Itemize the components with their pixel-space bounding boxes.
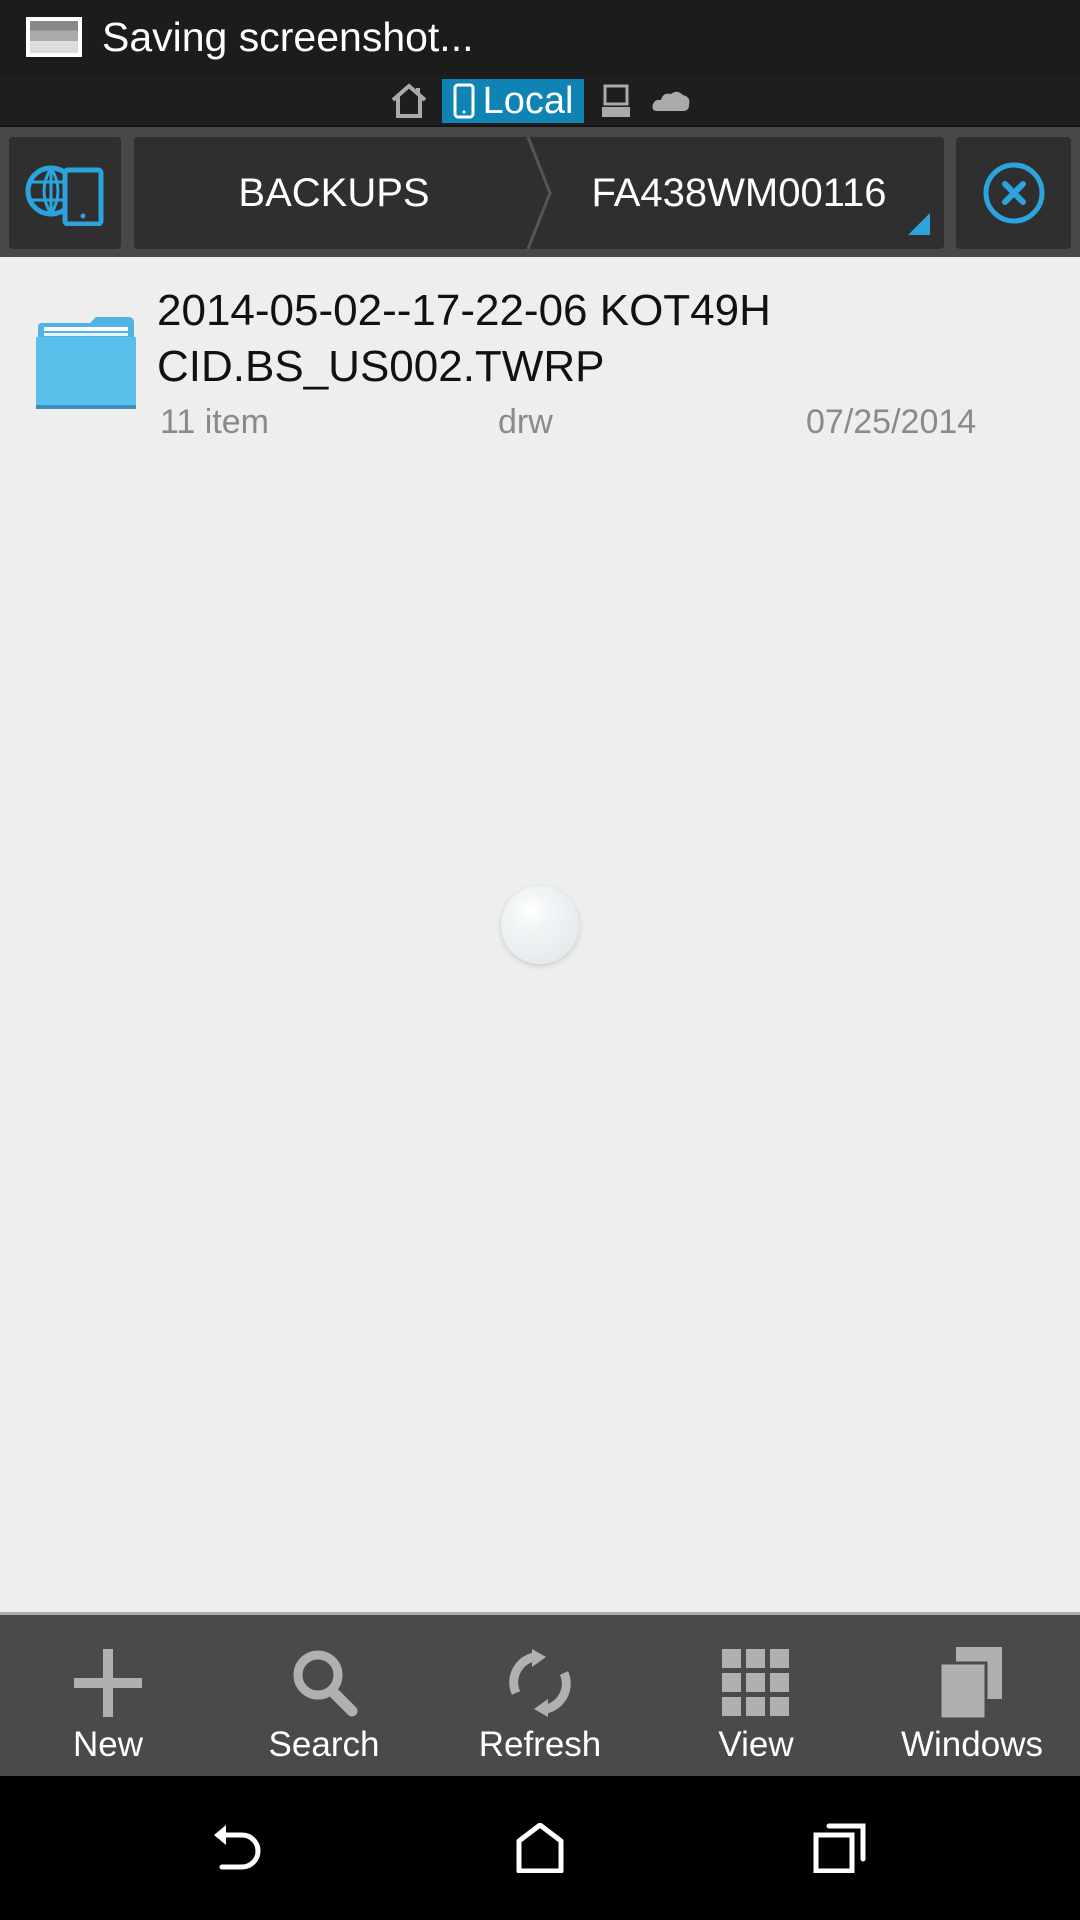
- home-icon: [391, 83, 427, 118]
- windows-button[interactable]: Windows: [864, 1615, 1080, 1779]
- screenshot-icon: [26, 17, 82, 57]
- file-date: 07/25/2014: [806, 403, 977, 441]
- back-icon: [214, 1825, 261, 1870]
- file-name: 2014-05-02--17-22-06 KOT49H CID.BS_US002…: [157, 286, 771, 391]
- breadcrumb-label: BACKUPS: [238, 170, 430, 215]
- folder-icon: [36, 317, 136, 409]
- location-tab-network[interactable]: [596, 79, 636, 123]
- loading-indicator: [501, 886, 579, 964]
- breadcrumb-label: FA438WM00116: [591, 170, 887, 215]
- system-nav-bar: [0, 1776, 1080, 1920]
- notification-text: Saving screenshot...: [102, 14, 474, 60]
- dropdown-indicator-icon: [908, 213, 930, 235]
- location-tab-local[interactable]: Local: [442, 79, 584, 123]
- file-list: 2014-05-02--17-22-06 KOT49H CID.BS_US002…: [0, 257, 1080, 1612]
- refresh-icon: [502, 1645, 578, 1721]
- breadcrumb-item-current[interactable]: FA438WM00116: [534, 137, 944, 249]
- globe-phone-icon: [25, 165, 104, 226]
- close-window-button[interactable]: [956, 137, 1071, 249]
- status-bar: Saving screenshot...: [0, 0, 1080, 75]
- file-permissions: drw: [498, 403, 553, 441]
- location-tabs: Local: [0, 75, 1080, 127]
- windows-icon: [934, 1645, 1010, 1721]
- toolbar-label: Windows: [901, 1725, 1043, 1764]
- location-tab-label: Local: [482, 79, 574, 122]
- view-button[interactable]: View: [648, 1615, 864, 1779]
- refresh-button[interactable]: Refresh: [432, 1615, 648, 1779]
- search-button[interactable]: Search: [216, 1615, 432, 1779]
- close-circle-icon: [983, 162, 1044, 224]
- toolbar-label: Search: [268, 1725, 380, 1764]
- search-icon: [286, 1645, 362, 1721]
- breadcrumb-item-backups[interactable]: BACKUPS: [134, 137, 552, 249]
- recents-button[interactable]: [800, 1816, 880, 1880]
- home-button[interactable]: [500, 1816, 580, 1880]
- phone-icon: [453, 83, 475, 119]
- list-item[interactable]: 2014-05-02--17-22-06 KOT49H CID.BS_US002…: [0, 277, 1080, 447]
- breadcrumb-bar: BACKUPS FA438WM00116: [0, 127, 1080, 257]
- computer-icon: [602, 84, 630, 117]
- location-tab-home[interactable]: [386, 79, 432, 123]
- storage-switch-button[interactable]: [9, 137, 121, 249]
- location-tab-cloud[interactable]: [650, 79, 692, 123]
- recents-icon: [813, 1823, 866, 1873]
- file-item-count: 11 item: [160, 403, 269, 441]
- plus-icon: [70, 1645, 146, 1721]
- bottom-toolbar: New Search Refresh View Windows: [0, 1612, 1080, 1776]
- grid-view-icon: [718, 1645, 794, 1721]
- home-nav-icon: [516, 1823, 564, 1873]
- cloud-icon: [652, 91, 690, 111]
- toolbar-label: New: [72, 1725, 144, 1764]
- toolbar-label: View: [718, 1725, 794, 1764]
- back-button[interactable]: [200, 1816, 280, 1880]
- breadcrumb: BACKUPS FA438WM00116: [134, 137, 944, 249]
- toolbar-label: Refresh: [478, 1725, 602, 1764]
- new-button[interactable]: New: [0, 1615, 216, 1779]
